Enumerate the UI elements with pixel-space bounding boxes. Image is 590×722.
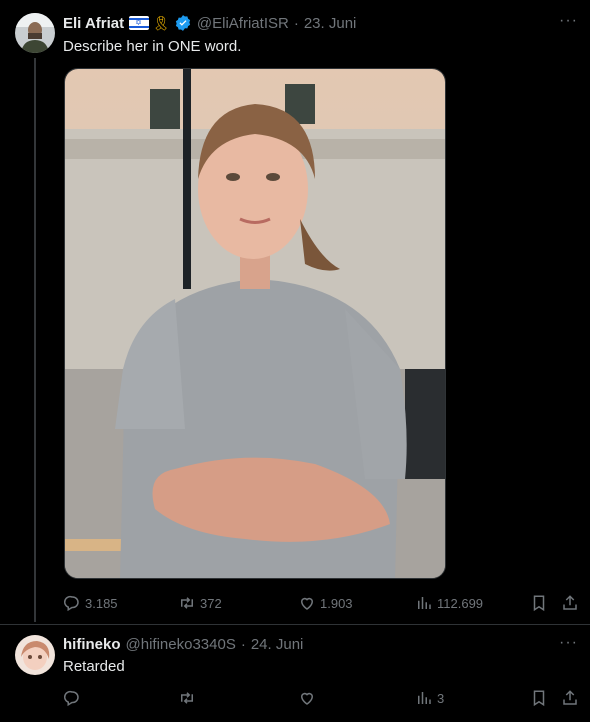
reply-button[interactable]: 3.185 — [63, 594, 118, 612]
reply-actions: 3 — [63, 689, 583, 709]
israel-flag-icon: ✡ — [129, 16, 150, 30]
separator: · — [293, 14, 299, 32]
tweet-date[interactable]: 23. Juni — [304, 15, 357, 32]
views-count: 112.699 — [437, 595, 484, 611]
share-icon — [563, 690, 577, 705]
tweet: Eli Afriat ✡ 🎗 @EliAfriatISR · 23. Juni … — [0, 0, 590, 625]
tweet-text: Describe her in ONE word. — [63, 38, 242, 55]
reply-icon — [64, 690, 79, 707]
reply-text: Retarded — [63, 658, 125, 675]
separator: · — [240, 636, 246, 653]
reply-tweet: hifineko @hifineko3340S · 24. Juni ··· R… — [0, 625, 590, 722]
reply-count: 3.185 — [85, 595, 118, 611]
tweet-header: Eli Afriat ✡ 🎗 @EliAfriatISR · 23. Juni — [63, 14, 356, 32]
tweet-photo[interactable] — [64, 68, 446, 579]
reply-date[interactable]: 24. Juni — [251, 636, 304, 653]
views-button[interactable]: 3 — [415, 689, 444, 707]
retweet-icon — [181, 692, 193, 704]
share-button[interactable] — [561, 689, 583, 707]
reply-button[interactable] — [63, 689, 85, 707]
heart-icon — [300, 597, 314, 610]
verified-badge-icon[interactable] — [174, 14, 192, 32]
like-count: 1.903 — [320, 595, 353, 611]
reply-avatar[interactable] — [15, 635, 55, 675]
bookmark-icon — [533, 595, 545, 612]
like-button[interactable]: 1.903 — [298, 594, 353, 612]
ribbon-icon: 🎗 — [152, 14, 170, 31]
retweet-button[interactable]: 372 — [178, 594, 222, 612]
views-icon — [418, 692, 431, 704]
retweet-button[interactable] — [178, 689, 200, 707]
reply-author-name[interactable]: hifineko — [63, 636, 121, 653]
retweet-count: 372 — [200, 595, 222, 611]
author-name[interactable]: Eli Afriat — [63, 15, 124, 32]
more-options-icon[interactable]: ··· — [559, 12, 578, 30]
share-icon — [563, 595, 577, 610]
like-button[interactable] — [298, 689, 320, 707]
views-icon — [418, 597, 431, 609]
bookmark-icon — [533, 690, 545, 707]
reply-author-handle[interactable]: @hifineko3340S — [126, 636, 236, 653]
author-handle[interactable]: @EliAfriatISR — [197, 15, 289, 32]
author-avatar[interactable] — [15, 13, 55, 53]
views-count: 3 — [437, 690, 445, 706]
reply-icon — [64, 595, 79, 612]
heart-icon — [300, 692, 314, 705]
reply-header: hifineko @hifineko3340S · 24. Juni — [63, 636, 303, 653]
share-button[interactable] — [561, 594, 583, 612]
retweet-icon — [181, 597, 193, 609]
views-button[interactable]: 112.699 — [415, 594, 483, 612]
thread-line — [34, 58, 36, 622]
more-options-icon[interactable]: ··· — [559, 634, 578, 652]
bookmark-button[interactable] — [530, 689, 552, 707]
bookmark-button[interactable] — [530, 594, 552, 612]
tweet-actions: 3.185 372 1.903 112.699 — [63, 594, 583, 614]
